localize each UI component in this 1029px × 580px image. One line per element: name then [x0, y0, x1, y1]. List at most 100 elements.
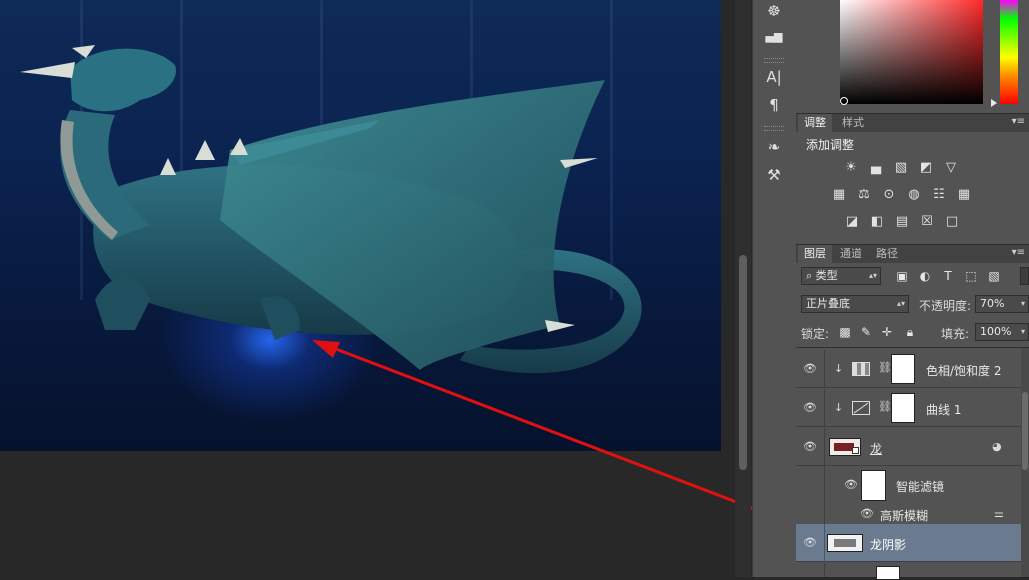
layer-name[interactable]: 龙阴影	[870, 536, 906, 553]
layer-divider	[824, 504, 825, 524]
tab-styles[interactable]: 样式	[836, 114, 870, 132]
layer-mask-thumbnail[interactable]	[891, 393, 915, 423]
tab-layers[interactable]: 图层	[798, 245, 832, 263]
layer-row-selected[interactable]: 👁︎ 龙阴影	[796, 524, 1021, 562]
adjustment-filter-icon[interactable]: ◐	[918, 269, 932, 283]
posterize-adjust-icon[interactable]: ◧	[868, 214, 886, 230]
search-icon: ⌕	[806, 269, 816, 282]
fill-value: 100%	[980, 325, 1012, 338]
brightness-adjust-icon[interactable]: ☀	[842, 160, 860, 176]
fill-input[interactable]: 100% ▾	[975, 323, 1029, 341]
opacity-label: 不透明度:	[919, 299, 972, 313]
character-icon[interactable]: A|	[763, 66, 785, 88]
smart-filter-indicator-icon: ◕	[992, 440, 1002, 453]
paragraph-icon[interactable]: ¶	[763, 94, 785, 116]
blend-mode-select[interactable]: 正片叠底 ▴▾	[801, 295, 909, 313]
add-adjustment-label: 添加调整	[806, 138, 855, 152]
lock-label: 锁定:	[801, 327, 830, 341]
canvas-scroll-thumb[interactable]	[739, 255, 747, 470]
lock-transparent-icon[interactable]: ▩	[838, 325, 852, 339]
color-field-cursor[interactable]	[840, 97, 848, 105]
tab-channels[interactable]: 通道	[834, 245, 868, 263]
threshold-adjust-icon[interactable]: ▤	[893, 214, 911, 230]
smart-object-filter-icon[interactable]: ▧	[987, 269, 1001, 283]
layers-scroll-thumb[interactable]	[1022, 392, 1028, 470]
shape-filter-icon[interactable]: ⬚	[964, 269, 978, 283]
vibrance-adjust-icon[interactable]: ▽	[942, 160, 960, 176]
fill-label: 填充:	[941, 327, 970, 341]
eye-icon[interactable]: 👁︎	[803, 537, 817, 548]
histogram-icon[interactable]: ▄▆	[763, 26, 785, 48]
layer-row-partial[interactable]	[796, 563, 1021, 580]
filter-options-icon[interactable]: ⚌	[994, 507, 1004, 520]
channel-mixer-adjust-icon[interactable]: ☷	[930, 187, 948, 203]
clip-arrow-icon: ↓	[834, 362, 844, 375]
smart-filters-row[interactable]: 👁︎ 智能滤镜	[796, 466, 1021, 504]
lock-position-icon[interactable]: ✛	[880, 325, 894, 339]
adjustments-tabbar: 调整 样式 ▾≡	[796, 113, 1029, 132]
filter-name[interactable]: 高斯模糊	[880, 507, 928, 524]
gradient-map-adjust-icon[interactable]: ☒	[918, 214, 936, 230]
tab-adjustments[interactable]: 调整	[798, 114, 832, 132]
opacity-input[interactable]: 70% ▾	[975, 295, 1029, 313]
exposure-adjust-icon[interactable]: ◩	[917, 160, 935, 176]
layers-list-top-border	[796, 347, 1029, 348]
lock-all-icon[interactable]: 🔒︎	[903, 325, 917, 339]
panel-menu-icon[interactable]: ▾≡	[1012, 116, 1025, 127]
smart-filters-label: 智能滤镜	[896, 480, 945, 494]
layer-mask-thumbnail[interactable]	[891, 354, 915, 384]
chevron-down-icon: ▾	[1020, 327, 1025, 336]
layer-divider	[824, 524, 825, 562]
filter-toggle[interactable]	[1020, 267, 1029, 285]
layer-row[interactable]: 👁︎ ↓ ⛓︎ 曲线 1	[796, 389, 1021, 427]
chevron-updown-icon: ▴▾	[896, 299, 905, 308]
eye-icon[interactable]: 👁︎	[844, 479, 858, 490]
eye-icon[interactable]: 👁︎	[803, 402, 817, 413]
levels-adjust-icon[interactable]: ▄	[867, 160, 885, 176]
layer-row[interactable]: 👁︎ ↓ ⛓︎ 色相/饱和度 2	[796, 350, 1021, 388]
smart-filter-mask-thumbnail[interactable]	[861, 470, 886, 501]
layer-name[interactable]: 色相/饱和度 2	[926, 362, 1002, 379]
curves-icon	[852, 401, 870, 415]
tab-paths[interactable]: 路径	[870, 245, 904, 263]
eye-icon[interactable]: 👁︎	[803, 363, 817, 374]
color-lookup-adjust-icon[interactable]: ▦	[955, 187, 973, 203]
type-filter-icon[interactable]: T	[941, 269, 955, 283]
eye-icon[interactable]: 👁︎	[860, 508, 874, 519]
photo-filter-adjust-icon[interactable]: ◍	[905, 187, 923, 203]
layer-name[interactable]: 曲线 1	[926, 401, 961, 418]
chain-link-icon[interactable]: ⛓︎	[878, 361, 892, 374]
strip-grip[interactable]	[764, 126, 784, 131]
strip-grip[interactable]	[764, 58, 784, 63]
hue-saturation-icon	[852, 362, 870, 376]
invert-adjust-icon[interactable]: ◪	[843, 214, 861, 230]
tool-preset-icon[interactable]: ⚒	[763, 164, 785, 186]
navigator-icon[interactable]: ☸	[763, 0, 785, 22]
layer-row[interactable]: 👁︎ 龙 ◕	[796, 428, 1021, 466]
opacity-value: 70%	[980, 297, 1005, 310]
black-white-adjust-icon[interactable]: ⊙	[880, 187, 898, 203]
dragon-layer-thumbnail[interactable]	[829, 438, 861, 456]
color-balance-adjust-icon[interactable]: ⚖	[855, 187, 873, 203]
brush-preset-icon[interactable]: ❧	[763, 136, 785, 158]
curves-adjust-icon[interactable]: ▧	[892, 160, 910, 176]
pixel-filter-icon[interactable]: ▣	[895, 269, 909, 283]
selective-color-adjust-icon[interactable]: □	[943, 214, 961, 230]
layer-name[interactable]: 龙	[870, 440, 882, 457]
spectrum-pointer[interactable]	[991, 99, 997, 107]
eye-icon[interactable]: 👁︎	[803, 441, 817, 452]
layer-divider	[824, 389, 825, 427]
layers-panel-menu-icon[interactable]: ▾≡	[1012, 247, 1025, 258]
chain-link-icon[interactable]: ⛓︎	[878, 400, 892, 413]
chevron-down-icon: ▾	[1020, 299, 1025, 308]
layer-divider	[824, 350, 825, 388]
color-spectrum-slider[interactable]	[1000, 0, 1018, 104]
layer-filter-kind-select[interactable]: ⌕ 类型 ▴▾	[801, 267, 881, 285]
shadow-layer-thumbnail[interactable]	[827, 534, 863, 552]
hue-saturation-adjust-icon[interactable]: ▦	[830, 187, 848, 203]
layer-mask-thumbnail[interactable]	[876, 566, 900, 580]
lock-image-icon[interactable]: ✎	[859, 325, 873, 339]
layer-divider	[824, 428, 825, 466]
filter-row[interactable]: 👁︎ 高斯模糊 ⚌	[796, 504, 1021, 524]
color-field[interactable]	[840, 0, 983, 104]
